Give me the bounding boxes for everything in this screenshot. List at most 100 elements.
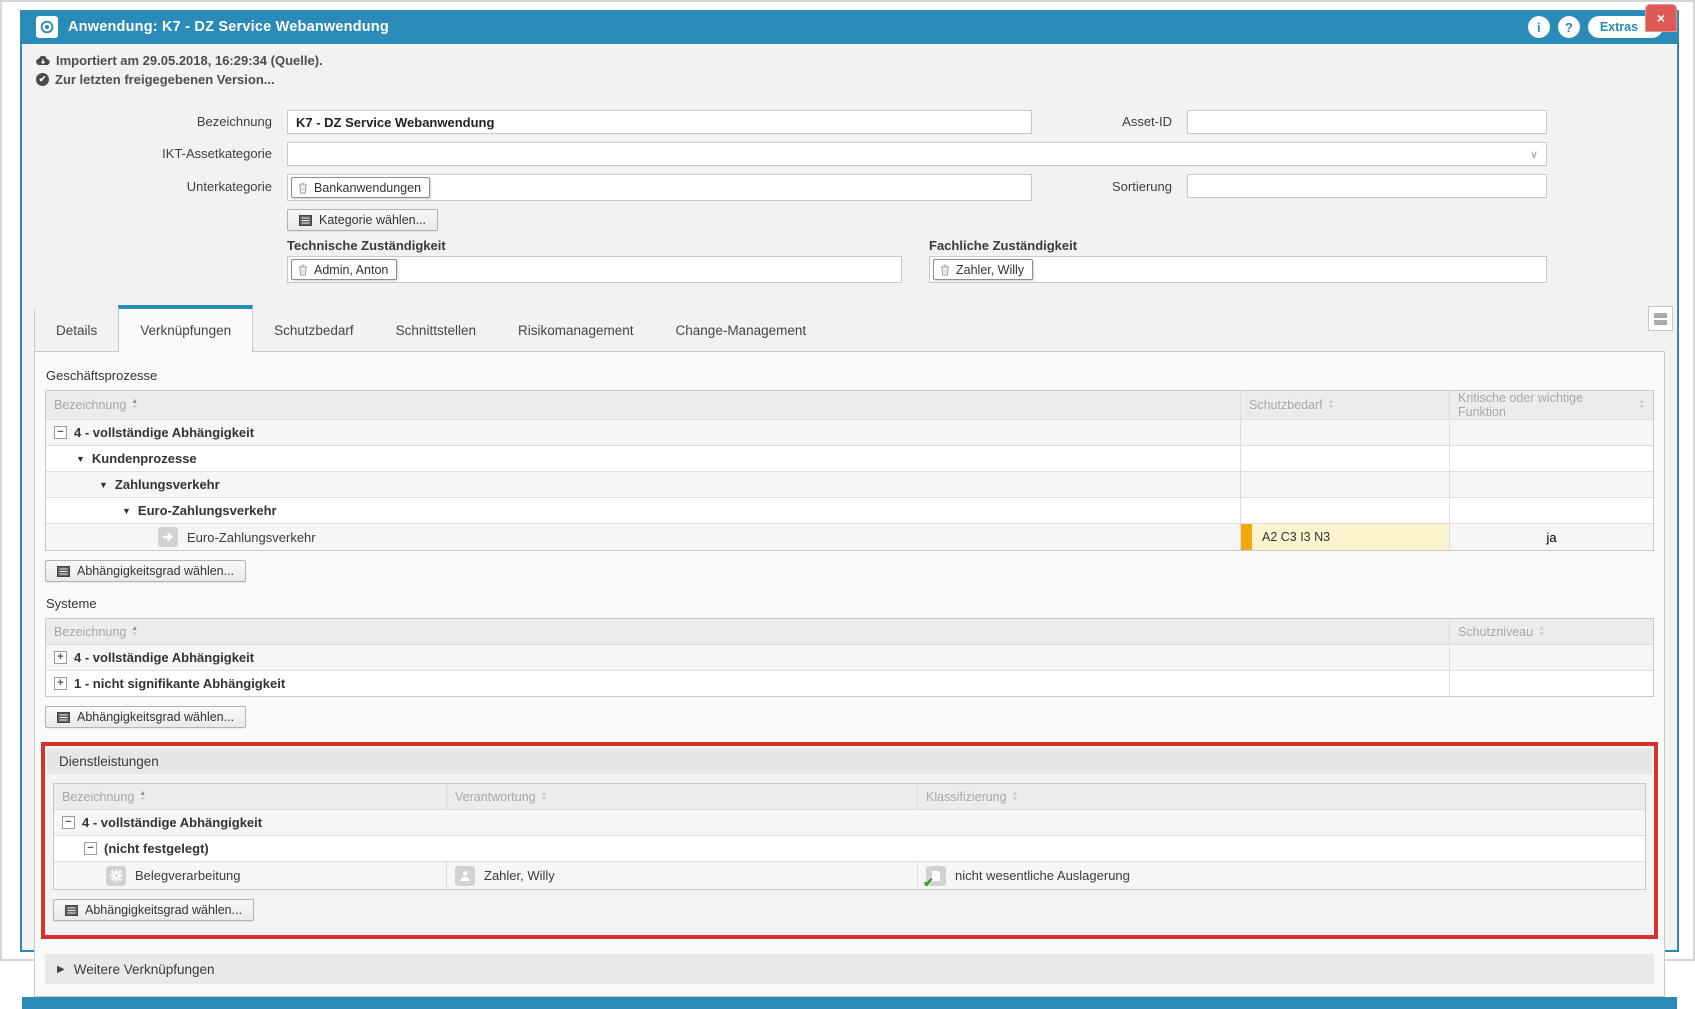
process-name: Euro-Zahlungsverkehr: [187, 530, 316, 545]
chevron-down-icon: ∨: [1530, 148, 1546, 161]
trash-icon[interactable]: [298, 264, 308, 276]
schutzbedarf-badge: A2 C3 I3 N3: [1240, 524, 1449, 550]
asset-id-label: Asset-ID: [1022, 114, 1172, 130]
layout-toggle-button[interactable]: [1648, 306, 1673, 331]
klassifizierung-value: nicht wesentliche Auslagerung: [955, 868, 1130, 883]
badge-color-bar: [1241, 524, 1252, 550]
sortierung-input[interactable]: [1187, 174, 1547, 198]
technische-chip[interactable]: Admin, Anton: [291, 259, 397, 280]
verantwortung-value: Zahler, Willy: [484, 868, 555, 883]
collapse-triangle-icon[interactable]: ▼: [76, 454, 85, 464]
bezeichnung-label: Bezeichnung: [82, 114, 272, 130]
unterkategorie-chip[interactable]: Bankanwendungen: [291, 177, 430, 198]
fachliche-chip[interactable]: Zahler, Willy: [933, 259, 1033, 280]
technische-zustaendigkeit-field[interactable]: Admin, Anton: [287, 256, 902, 283]
cloud-download-icon: [36, 55, 50, 66]
collapse-icon[interactable]: −: [54, 426, 67, 439]
expand-icon[interactable]: +: [54, 651, 67, 664]
collapse-triangle-icon[interactable]: ▼: [122, 506, 131, 516]
column-header-bezeichnung[interactable]: Bezeichnung ▲▼: [54, 784, 446, 809]
tab-verknuepfungen[interactable]: Verknüpfungen: [118, 305, 253, 352]
column-header-verantwortung[interactable]: Verantwortung ▲▼: [446, 784, 917, 809]
table-header: Bezeichnung ▲▼ Schutzniveau ▲▼: [46, 619, 1653, 644]
fachliche-zustaendigkeit-field[interactable]: Zahler, Willy: [929, 256, 1547, 283]
kategorie-waehlen-button[interactable]: Kategorie wählen...: [287, 209, 438, 231]
systeme-table: Bezeichnung ▲▼ Schutzniveau ▲▼ + 4 - vol…: [45, 618, 1654, 697]
weitere-verknuepfungen-accordion[interactable]: ▶ Weitere Verknüpfungen: [45, 954, 1654, 984]
page-frame: × Anwendung: K7 - DZ Service Webanwendun…: [0, 0, 1695, 961]
person-icon: [455, 866, 475, 886]
tab-details[interactable]: Details: [34, 309, 118, 351]
import-text-end: ).: [315, 53, 323, 68]
trash-icon[interactable]: [298, 182, 308, 194]
trash-icon[interactable]: [940, 264, 950, 276]
dienstleistungen-title: Dienstleistungen: [47, 748, 1652, 774]
extras-label: Extras: [1600, 20, 1638, 34]
asset-id-input[interactable]: [1187, 110, 1547, 134]
collapse-icon[interactable]: −: [62, 816, 75, 829]
close-button[interactable]: ×: [1645, 4, 1677, 32]
systeme-title: Systeme: [46, 596, 1654, 611]
sort-icon: ▲▼: [139, 791, 146, 803]
expand-icon[interactable]: +: [54, 677, 67, 690]
tab-risikomanagement[interactable]: Risikomanagement: [497, 309, 655, 351]
table-row[interactable]: Euro-Zahlungsverkehr A2 C3 I3 N3 ja: [46, 523, 1653, 550]
technische-zustaendigkeit-label: Technische Zuständigkeit: [287, 238, 446, 253]
import-source-link[interactable]: Quelle: [275, 53, 315, 68]
check-circle-icon: ✔: [36, 73, 49, 86]
tab-change-management[interactable]: Change-Management: [655, 309, 828, 351]
kategorie-waehlen-label: Kategorie wählen...: [319, 213, 426, 227]
sort-icon: ▲▼: [1538, 626, 1545, 638]
sort-icon: ▲▼: [131, 399, 138, 411]
dienstleistungen-section-highlight: Dienstleistungen Bezeichnung ▲▼ Verantwo…: [41, 742, 1658, 939]
unterkategorie-field[interactable]: Bankanwendungen: [287, 174, 1032, 201]
sort-icon: ▲▼: [1638, 399, 1645, 411]
gear-icon: [106, 866, 126, 886]
help-button[interactable]: ?: [1558, 16, 1580, 38]
abhaengigkeitsgrad-waehlen-button[interactable]: Abhängigkeitsgrad wählen...: [45, 560, 246, 582]
table-row: − 4 - vollständige Abhängigkeit: [54, 809, 1645, 835]
process-arrow-icon: [158, 527, 178, 547]
geschaeftsprozesse-title: Geschäftsprozesse: [46, 368, 1654, 383]
column-header-schutzniveau[interactable]: Schutzniveau ▲▼: [1449, 619, 1653, 644]
sort-icon: ▲▼: [131, 626, 138, 638]
table-header: Bezeichnung ▲▼ Schutzbedarf ▲▼ Kritische…: [46, 391, 1653, 419]
app-window: Anwendung: K7 - DZ Service Webanwendung …: [20, 10, 1679, 952]
dienstleistungen-table: Bezeichnung ▲▼ Verantwortung ▲▼ Klassifi…: [53, 783, 1646, 890]
klassifizierung-check-icon: ✔: [926, 866, 946, 886]
collapse-triangle-icon[interactable]: ▼: [99, 480, 108, 490]
verknuepfungen-panel: Geschäftsprozesse Bezeichnung ▲▼ Schutzb…: [34, 352, 1665, 997]
collapse-icon[interactable]: −: [84, 842, 97, 855]
fachliche-chip-label: Zahler, Willy: [956, 263, 1024, 277]
bezeichnung-input[interactable]: [287, 110, 1032, 134]
table-row: ▼ Zahlungsverkehr: [46, 471, 1653, 497]
abhaengigkeitsgrad-waehlen-button[interactable]: Abhängigkeitsgrad wählen...: [45, 706, 246, 728]
abhaengigkeitsgrad-waehlen-button[interactable]: Abhängigkeitsgrad wählen...: [53, 899, 254, 921]
ikt-assetkategorie-label: IKT-Assetkategorie: [82, 146, 272, 162]
sortierung-label: Sortierung: [1022, 179, 1172, 195]
column-header-bezeichnung[interactable]: Bezeichnung ▲▼: [46, 619, 1449, 644]
ikt-assetkategorie-select[interactable]: ∨: [287, 142, 1547, 166]
window-footer-bar: [22, 997, 1677, 1009]
table-row: − 4 - vollständige Abhängigkeit: [46, 419, 1653, 445]
dienstleistung-name: Belegverarbeitung: [135, 868, 241, 883]
expand-triangle-icon: ▶: [57, 964, 65, 975]
column-header-kritische-funktion[interactable]: Kritische oder wichtige Funktion ▲▼: [1449, 391, 1653, 419]
asset-form: Bezeichnung Asset-ID IKT-Assetkategorie …: [22, 93, 1677, 305]
import-status-line: Importiert am 29.05.2018, 16:29:34 (Quel…: [36, 51, 1663, 70]
tab-schutzbedarf[interactable]: Schutzbedarf: [253, 309, 375, 351]
column-header-klassifizierung[interactable]: Klassifizierung ▲▼: [917, 784, 1645, 809]
table-row: ▼ Euro-Zahlungsverkehr: [46, 497, 1653, 523]
table-row[interactable]: Belegverarbeitung Zahler, Willy: [54, 861, 1645, 889]
table-row: − (nicht festgelegt): [54, 835, 1645, 861]
column-header-bezeichnung[interactable]: Bezeichnung ▲▼: [46, 391, 1240, 419]
tab-bar: Details Verknüpfungen Schutzbedarf Schni…: [34, 305, 1665, 352]
info-button[interactable]: i: [1528, 16, 1550, 38]
import-text: Importiert am 29.05.2018, 16:29:34 (: [56, 53, 275, 68]
weitere-verknuepfungen-label: Weitere Verknüpfungen: [74, 962, 215, 977]
table-header: Bezeichnung ▲▼ Verantwortung ▲▼ Klassifi…: [54, 784, 1645, 809]
column-header-schutzbedarf[interactable]: Schutzbedarf ▲▼: [1240, 391, 1449, 419]
tab-schnittstellen[interactable]: Schnittstellen: [375, 309, 497, 351]
version-line: ✔ Zur letzten freigegebenen Version...: [36, 70, 1663, 89]
version-link[interactable]: Zur letzten freigegebenen Version...: [55, 70, 275, 89]
